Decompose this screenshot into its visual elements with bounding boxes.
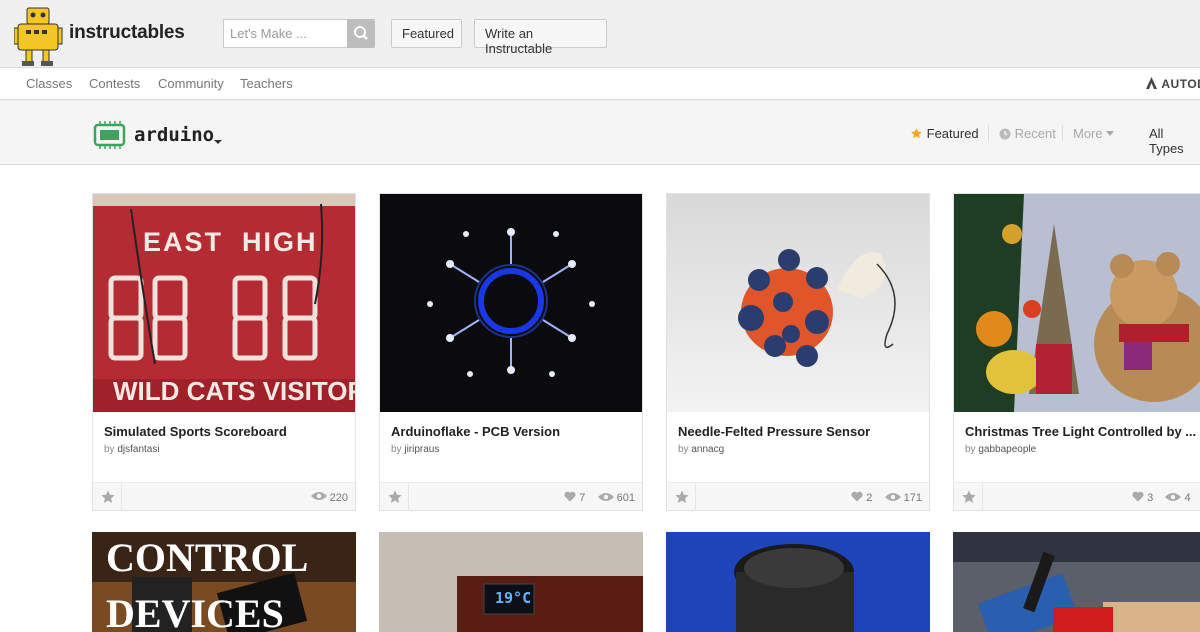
divider [1062, 125, 1063, 141]
card-stats: 220 [310, 491, 348, 504]
project-image-arduinoflake[interactable] [380, 194, 642, 412]
project-title[interactable]: Arduinoflake - PCB Version [391, 424, 560, 439]
view-count: 220 [329, 491, 348, 504]
autodesk-icon [1146, 77, 1157, 89]
favorite-star-icon[interactable] [961, 489, 977, 505]
project-card[interactable]: 19°C [379, 532, 643, 632]
favorite-star-icon[interactable] [100, 489, 116, 505]
category-bar: arduino Featured Recent More All Types [0, 100, 1200, 165]
favorite-star-icon[interactable] [674, 489, 690, 505]
like-count: 7 [579, 492, 586, 504]
search-icon [354, 26, 368, 40]
category-title[interactable]: arduino [134, 124, 214, 146]
view-count: 171 [903, 492, 922, 504]
project-image-robot-arm[interactable] [953, 532, 1200, 632]
divider [408, 483, 409, 511]
project-title[interactable]: Needle-Felted Pressure Sensor [678, 424, 870, 439]
clock-icon [999, 128, 1011, 140]
project-title[interactable]: Christmas Tree Light Controlled by ... [965, 424, 1196, 439]
project-author[interactable]: by jiripraus [391, 444, 439, 455]
project-image-pressure-sensor[interactable] [667, 194, 929, 412]
heart-icon [851, 491, 863, 505]
project-image-blue-device[interactable] [666, 532, 930, 632]
sort-more[interactable]: More [1073, 126, 1115, 141]
project-card[interactable]: EAST HIGH WILD CATS VISITOR Simulated Sp… [92, 193, 356, 511]
image-caption-bottom: WILD CATS VISITOR [113, 376, 355, 406]
eye-icon [310, 491, 327, 504]
nav-community[interactable]: Community [158, 76, 224, 91]
autodesk-label: AUTOD [1161, 77, 1200, 91]
card-footer: 7 601 [380, 482, 642, 511]
view-count: 4 [1184, 492, 1191, 504]
project-author[interactable]: by annacg [678, 444, 724, 455]
project-card[interactable] [953, 532, 1200, 632]
project-title[interactable]: Simulated Sports Scoreboard [104, 424, 287, 439]
card-stats: 7 601 [564, 491, 635, 505]
project-card[interactable]: Christmas Tree Light Controlled by ... b… [953, 193, 1200, 511]
divider [695, 483, 696, 511]
instructables-robot-logo[interactable] [14, 6, 64, 68]
eye-icon [597, 492, 614, 505]
filter-all-types[interactable]: All Types [1149, 126, 1200, 156]
arduino-chip-icon [93, 121, 126, 149]
project-card[interactable]: CONTROL DEVICES [92, 532, 356, 632]
image-caption-top: EAST HIGH [143, 227, 318, 257]
favorite-star-icon[interactable] [387, 489, 403, 505]
featured-button[interactable]: Featured [391, 19, 462, 48]
project-author[interactable]: by djsfantasi [104, 444, 160, 455]
divider [988, 125, 989, 141]
divider [982, 483, 983, 511]
project-author[interactable]: by gabbapeople [965, 444, 1036, 455]
card-stats: 3 4 [1132, 491, 1191, 505]
star-icon [911, 128, 922, 139]
search-button[interactable] [347, 19, 375, 48]
sort-featured-label: Featured [926, 126, 979, 141]
image-caption-top: CONTROL [106, 535, 309, 580]
sort-more-label: More [1073, 126, 1103, 141]
sub-navigation: Classes Contests Community Teachers AUTO… [0, 68, 1200, 100]
project-image-thermometer[interactable] [379, 532, 643, 632]
chevron-down-icon[interactable] [214, 140, 222, 144]
project-image-scoreboard[interactable]: EAST HIGH WILD CATS VISITOR [93, 194, 355, 412]
card-footer: 2 171 [667, 482, 929, 511]
divider [121, 483, 122, 511]
heart-icon [1132, 491, 1144, 505]
eye-icon [884, 492, 901, 505]
nav-contests[interactable]: Contests [89, 76, 140, 91]
card-footer: 220 [93, 482, 355, 511]
caret-down-icon [1106, 131, 1115, 136]
write-instructable-button[interactable]: Write an Instructable [474, 19, 607, 56]
project-card[interactable]: Arduinoflake - PCB Version by jiripraus … [379, 193, 643, 511]
autodesk-logo[interactable]: AUTOD [1145, 77, 1200, 91]
project-image-christmas-tree[interactable] [954, 194, 1200, 412]
project-card[interactable]: Needle-Felted Pressure Sensor by annacg … [666, 193, 930, 511]
search-input[interactable]: Let's Make ... [223, 19, 348, 48]
sort-recent[interactable]: Recent [999, 126, 1056, 141]
eye-icon [1165, 492, 1182, 505]
card-stats: 2 171 [851, 491, 922, 505]
sort-recent-label: Recent [1014, 126, 1056, 141]
sort-featured[interactable]: Featured [910, 126, 979, 141]
temperature-readout: 19°C [495, 589, 532, 607]
like-count: 2 [866, 492, 873, 504]
image-caption-bottom: DEVICES [106, 591, 284, 632]
like-count: 3 [1147, 492, 1154, 504]
top-header: instructables Let's Make ... Featured Wr… [0, 0, 1200, 68]
project-card[interactable] [666, 532, 930, 632]
nav-classes[interactable]: Classes [26, 76, 72, 91]
nav-teachers[interactable]: Teachers [240, 76, 293, 91]
brand-name[interactable]: instructables [69, 22, 185, 44]
view-count: 601 [616, 492, 635, 504]
card-footer: 3 4 [954, 482, 1200, 511]
heart-icon [564, 491, 576, 505]
